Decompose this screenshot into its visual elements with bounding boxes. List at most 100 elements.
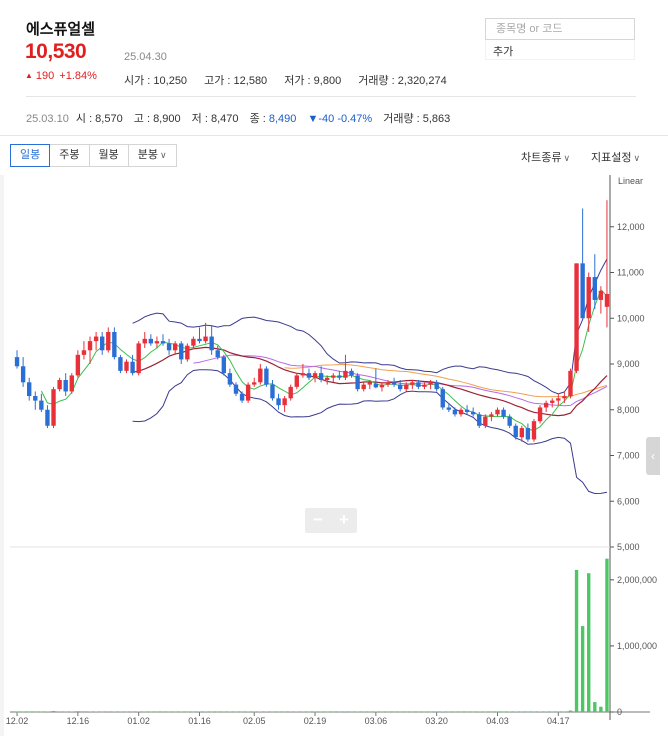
candle-body (531, 421, 537, 440)
candle-body (367, 382, 372, 385)
candle-body (513, 425, 518, 438)
high-price: 고가 : 12,580 (204, 75, 268, 87)
volume-bar (15, 711, 19, 713)
candle-body (118, 357, 123, 371)
candle-body (501, 409, 506, 417)
daily-change: ▼-40 (307, 113, 335, 125)
volume-bar (465, 711, 469, 713)
candle-body (337, 375, 342, 378)
candle-body (282, 398, 287, 406)
volume-bar (106, 711, 110, 712)
chart-type-menu[interactable]: 차트종류 ∨ (521, 149, 570, 165)
candle-body (349, 370, 354, 376)
search-input[interactable] (486, 19, 634, 39)
candle-body (81, 350, 87, 355)
candle-body (130, 361, 135, 374)
stock-header: 에스퓨얼셀 10,530 ▲ 190 +1.84% 25.04.30 시가 : 10… (0, 0, 668, 125)
volume-bar (459, 711, 463, 713)
volume-bar (325, 711, 329, 713)
scale-mode-label: Linear (618, 176, 643, 186)
date-tick-label: 03.06 (365, 716, 388, 726)
tab-minute[interactable]: 분봉 ∨ (128, 144, 177, 167)
candle-body (477, 414, 482, 426)
candle-body (434, 382, 439, 390)
volume-bar (562, 711, 567, 713)
candle-body (57, 380, 62, 390)
daily-close-label: 종 : (249, 113, 269, 125)
volume-bar (57, 711, 62, 712)
volume-bar (88, 711, 92, 712)
price-tick-label: 9,000 (617, 359, 640, 369)
zoom-in-button[interactable]: + (331, 508, 357, 533)
volume-bar (605, 558, 609, 712)
panel-toggle-handle[interactable]: ‹ (646, 437, 660, 475)
volume-bar (209, 711, 214, 713)
candle-body (586, 277, 591, 319)
chevron-down-icon: ∨ (633, 153, 641, 163)
candle-body (209, 336, 214, 351)
candle-body (592, 277, 597, 300)
volume-bar (416, 711, 421, 713)
candlestick-chart[interactable]: Linear 12,000 11,000 10,000 9,000 8,000 7,000 6… (0, 175, 668, 736)
candle-body (543, 402, 549, 408)
candle-body (306, 373, 312, 378)
candle-body (148, 338, 154, 344)
tab-weekly[interactable]: 주봉 (50, 144, 90, 167)
daily-high: 고 : 8,900 (133, 113, 181, 125)
volume-bar (398, 711, 402, 713)
current-price: 10,530 (25, 40, 87, 63)
volume-bar (301, 711, 305, 713)
candle-body (142, 338, 147, 344)
volume-bar (173, 711, 177, 713)
trade-volume: 거래량 : 2,320,274 (358, 75, 447, 87)
candle-body (385, 382, 391, 385)
tab-daily[interactable]: 일봉 (10, 144, 51, 167)
zoom-out-button[interactable]: − (305, 508, 331, 533)
volume-bar (39, 711, 44, 713)
daily-open: 시 : 8,570 (75, 113, 123, 125)
volume-bar (410, 711, 415, 713)
volume-bar (568, 710, 573, 712)
candle-body (568, 370, 573, 397)
candle-body (446, 407, 452, 410)
candle-body (276, 398, 281, 406)
quote-date: 25.04.30 (124, 51, 167, 63)
candle-body (197, 338, 202, 342)
candle-body (562, 396, 567, 399)
tab-monthly[interactable]: 월봉 (89, 144, 129, 167)
volume-bar (313, 711, 317, 713)
daily-close: 8,490 (268, 113, 297, 125)
candle-body (227, 373, 233, 385)
volume-bar (307, 711, 311, 713)
volume-bar (495, 711, 500, 713)
candle-body (422, 384, 427, 387)
price-tick-label: 10,000 (617, 313, 645, 323)
volume-bar (76, 711, 80, 712)
volume-bar (161, 711, 165, 713)
price-tick-label: 12,000 (617, 222, 645, 232)
candle-body (288, 386, 293, 399)
volume-bar (404, 711, 408, 713)
candle-body (51, 389, 56, 426)
chart-type-label: 차트종류 (521, 152, 562, 164)
volume-bar (337, 711, 342, 713)
volume-bar (149, 711, 153, 713)
volume-bar (21, 711, 25, 713)
volume-bar (501, 711, 506, 713)
volume-bar (246, 711, 250, 713)
candle-body (106, 331, 111, 351)
volume-bar (580, 626, 585, 712)
price-chart-area[interactable]: Linear 12,000 11,000 10,000 9,000 8,000 7,000 6… (0, 175, 668, 736)
volume-bar (51, 711, 56, 712)
volume-bar (587, 573, 591, 712)
candle-body (404, 384, 409, 390)
volume-bar (319, 711, 323, 713)
volume-bar (124, 711, 129, 713)
stock-search[interactable] (485, 18, 635, 40)
price-tick-label: 8,000 (617, 405, 640, 415)
volume-bar (216, 711, 220, 713)
date-tick-label: 04.03 (486, 716, 509, 726)
add-button[interactable]: 추가 (485, 40, 635, 60)
candle-body (519, 428, 525, 438)
indicator-menu[interactable]: 지표설정 ∨ (591, 149, 640, 165)
